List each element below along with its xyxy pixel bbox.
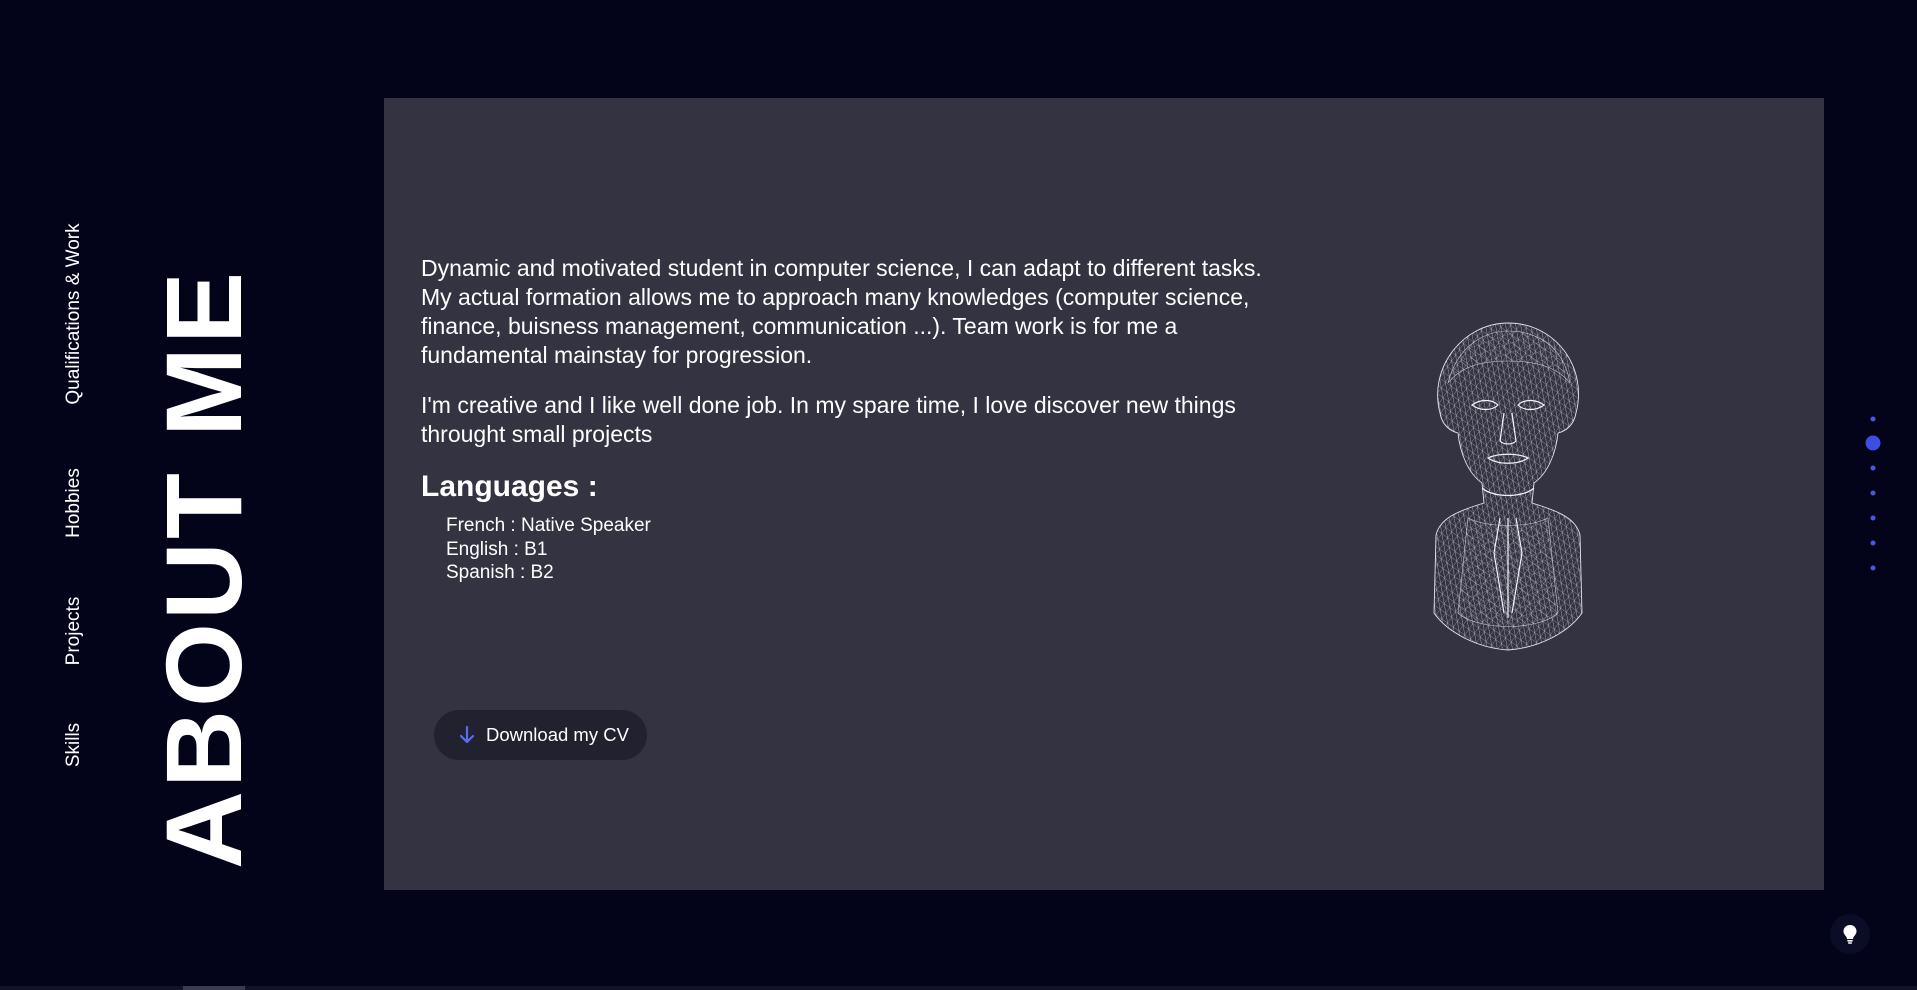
side-navigation: Qualifications & Work Hobbies Projects S…: [0, 0, 150, 990]
pager-dot-7[interactable]: [1870, 565, 1876, 571]
pager-dot-5[interactable]: [1870, 515, 1876, 521]
download-cv-button[interactable]: Download my CV: [434, 710, 647, 760]
theme-toggle-button[interactable]: [1830, 914, 1870, 954]
languages-list: French : Native Speaker English : B1 Spa…: [421, 514, 1271, 585]
language-item-english: English : B1: [446, 538, 548, 560]
page-title: ABOUT ME: [143, 269, 264, 870]
nav-item-qualifications-work[interactable]: Qualifications & Work: [63, 223, 85, 404]
arrow-down-icon: [459, 725, 475, 744]
pager-dot-2-active[interactable]: [1865, 435, 1881, 451]
nav-item-projects[interactable]: Projects: [63, 597, 85, 666]
scrollbar-thumb[interactable]: [183, 986, 245, 990]
horizontal-scrollbar[interactable]: [0, 986, 1917, 990]
pager-dot-4[interactable]: [1870, 490, 1876, 496]
about-paragraph-2: I'm creative and I like well done job. I…: [421, 392, 1236, 447]
about-paragraph-1: Dynamic and motivated student in compute…: [421, 255, 1262, 368]
pager-dot-1[interactable]: [1870, 416, 1876, 422]
language-item-spanish: Spanish : B2: [446, 562, 554, 583]
nav-item-hobbies[interactable]: Hobbies: [63, 468, 85, 538]
pager-dot-3[interactable]: [1870, 465, 1876, 471]
language-item-french: French : Native Speaker: [446, 515, 651, 536]
about-content: Dynamic and motivated student in compute…: [421, 254, 1271, 585]
pager-dot-6[interactable]: [1870, 540, 1876, 546]
wireframe-head-bust-illustration: [1433, 322, 1583, 651]
download-cv-label: Download my CV: [486, 724, 629, 745]
nav-item-skills[interactable]: Skills: [63, 723, 85, 767]
lightbulb-icon: [1843, 925, 1857, 944]
languages-heading: Languages :: [421, 470, 598, 503]
about-panel: Dynamic and motivated student in compute…: [384, 98, 1824, 890]
